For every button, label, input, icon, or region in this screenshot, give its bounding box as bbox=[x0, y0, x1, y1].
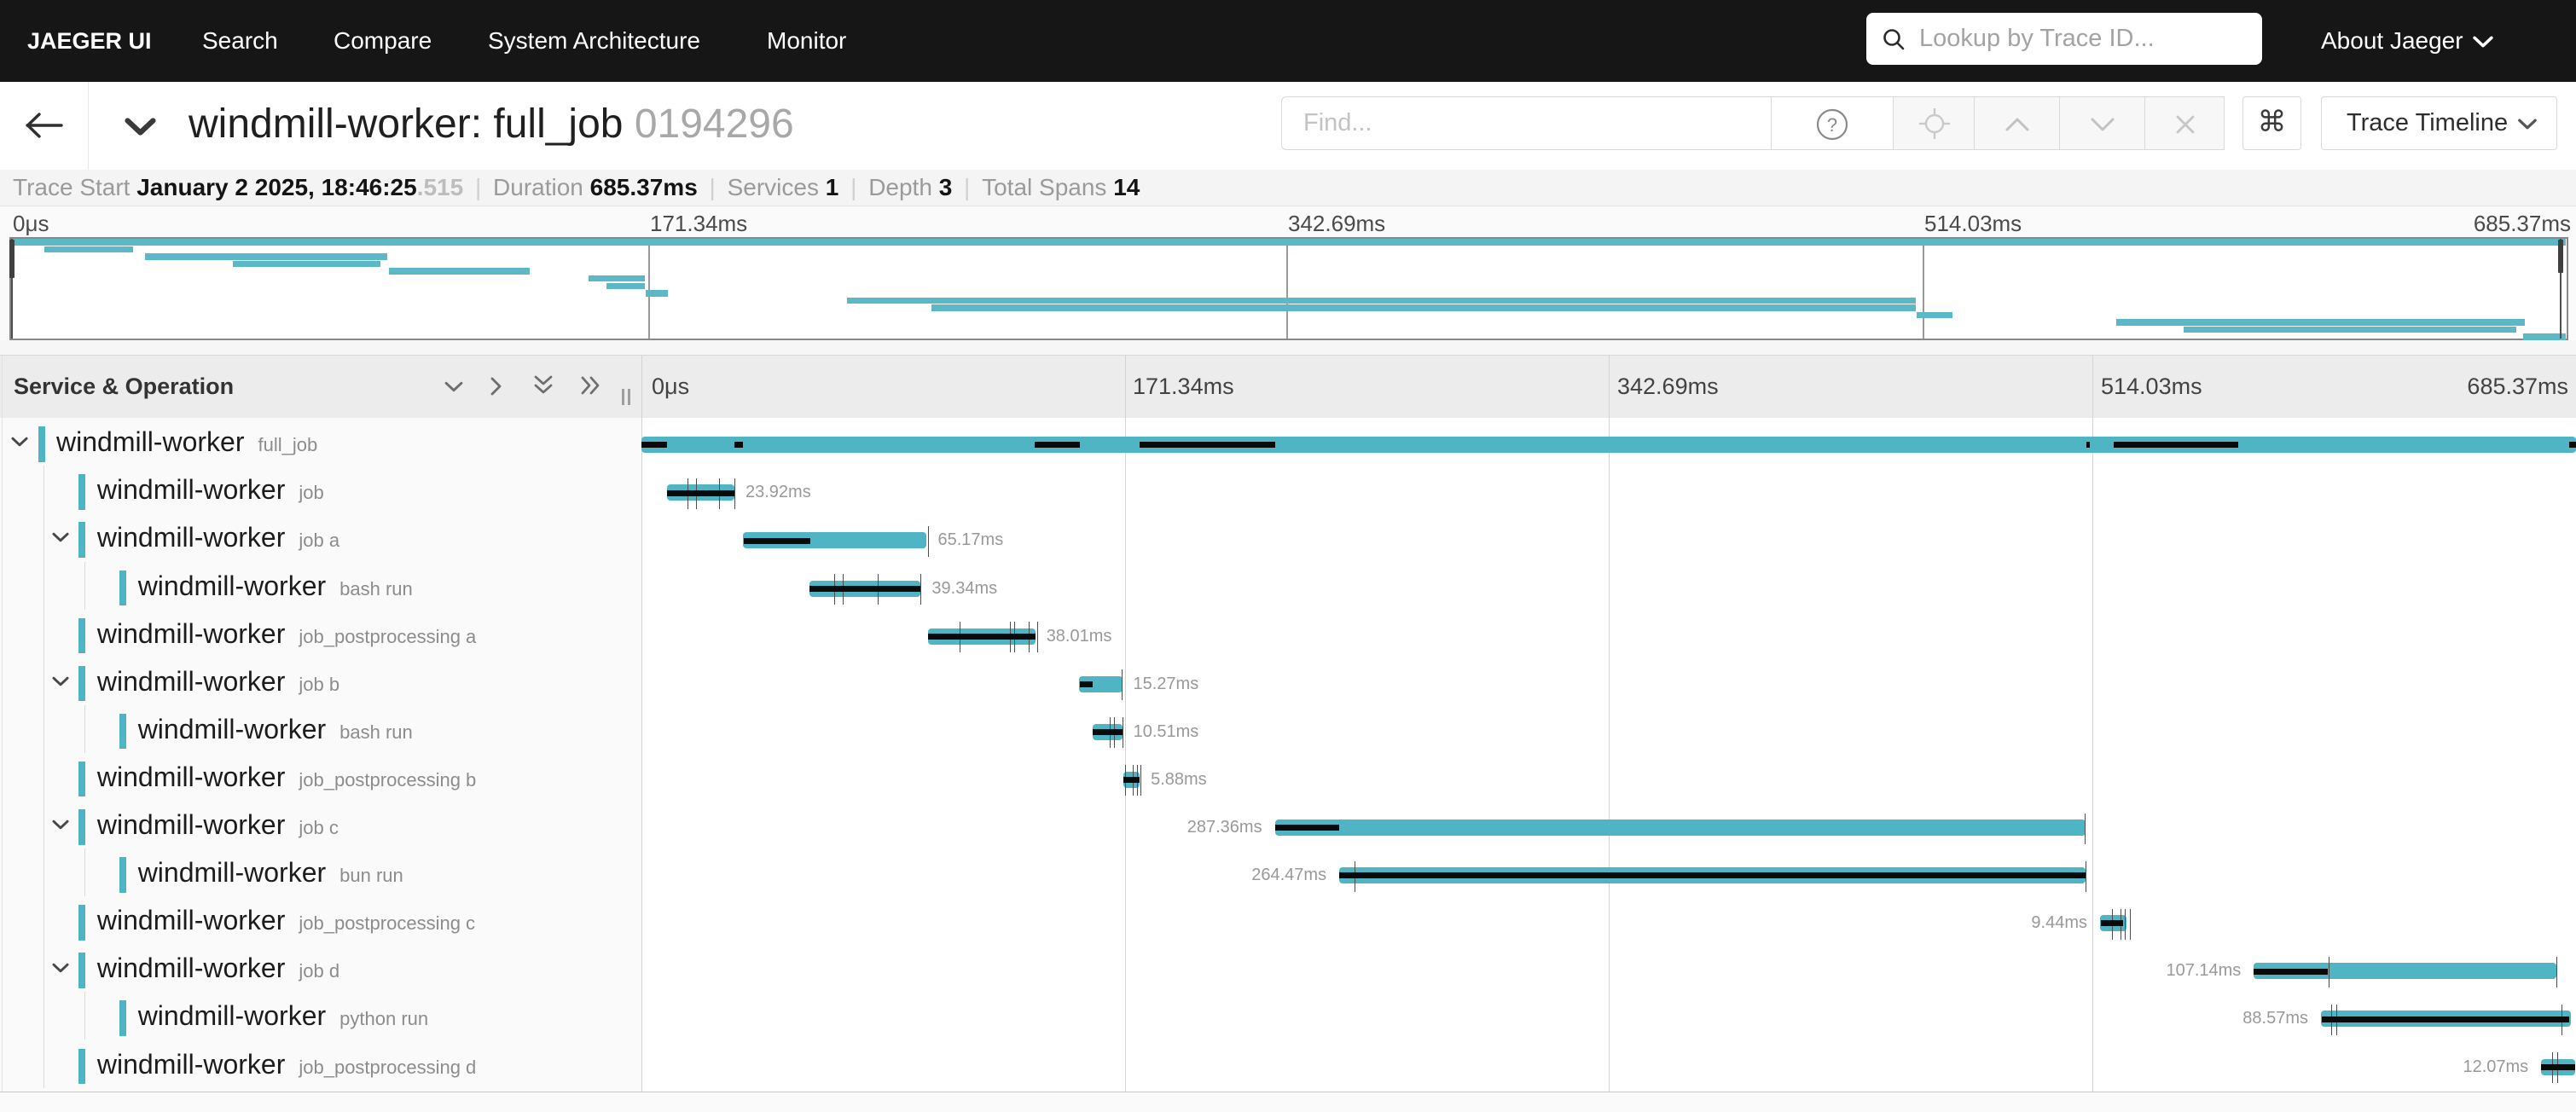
svg-text:?: ? bbox=[1827, 114, 1837, 136]
